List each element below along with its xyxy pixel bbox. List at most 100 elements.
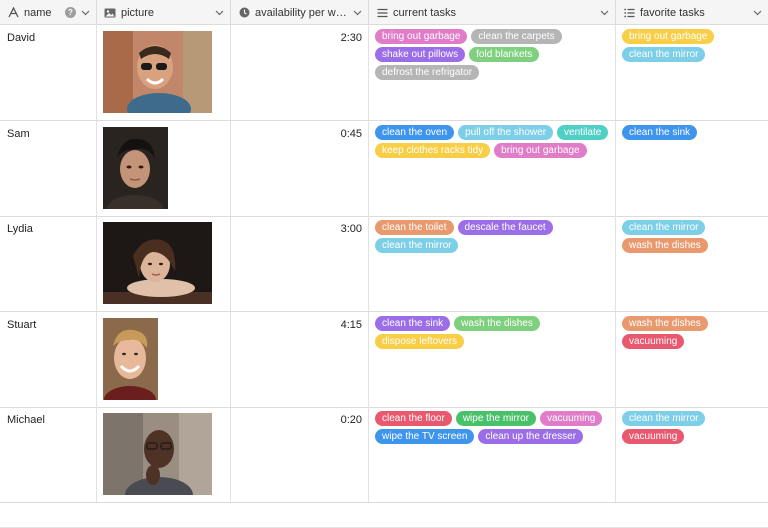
chevron-down-icon[interactable] [214, 8, 224, 18]
column-label: name [24, 6, 52, 19]
person-name: Michael [7, 414, 45, 426]
text-field-icon [7, 7, 19, 19]
picture-cell[interactable] [97, 121, 231, 216]
name-cell[interactable]: Michael [0, 407, 97, 502]
column-header-picture[interactable]: picture [97, 0, 231, 25]
task-tag[interactable]: clean the carpets [471, 29, 562, 44]
column-header-name[interactable]: name ? [0, 0, 97, 25]
person-photo[interactable] [103, 413, 212, 495]
column-label: picture [121, 6, 155, 19]
tag-list: clean the oven pull off the shower ventila… [375, 125, 611, 158]
column-header-current-tasks[interactable]: current tasks [369, 0, 616, 25]
availability-value: 0:20 [340, 414, 362, 426]
chevron-down-icon[interactable] [599, 8, 609, 18]
task-tag[interactable]: ventilate [557, 125, 609, 140]
task-tag[interactable]: clean the mirror [622, 220, 706, 235]
column-label: current tasks [393, 6, 456, 19]
task-tag[interactable]: clean the oven [375, 125, 455, 140]
availability-cell[interactable]: 4:15 [231, 312, 369, 407]
task-tag[interactable]: clean the sink [622, 125, 698, 140]
availability-cell[interactable]: 3:00 [231, 216, 369, 311]
chevron-down-icon[interactable] [352, 8, 362, 18]
task-tag[interactable]: bring out garbage [375, 29, 468, 44]
person-photo[interactable] [103, 222, 212, 304]
favorite-tasks-cell[interactable]: clean the mirror vacuuming [616, 407, 768, 502]
favorite-tasks-cell[interactable]: bring out garbage clean the mirror [616, 25, 768, 120]
column-header-favorite-tasks[interactable]: favorite tasks [616, 0, 768, 25]
task-tag[interactable]: vacuuming [539, 411, 603, 426]
picture-cell[interactable] [97, 407, 231, 502]
task-tag[interactable]: bring out garbage [494, 143, 587, 158]
task-tag[interactable]: clean the mirror [622, 411, 706, 426]
name-cell[interactable]: Stuart [0, 312, 97, 407]
availability-cell[interactable]: 0:45 [231, 121, 369, 216]
person-photo[interactable] [103, 127, 168, 209]
task-tag[interactable]: wash the dishes [622, 238, 708, 253]
table-row[interactable]: Sam 0:45 clean the oven pull off the show… [0, 121, 768, 217]
tag-list: bring out garbage clean the carpets shake … [375, 29, 611, 80]
current-tasks-cell[interactable]: clean the floor wipe the mirror vacuuming w… [369, 407, 616, 502]
table-row[interactable]: David 2:30 bring out garbage clean the c… [0, 25, 768, 121]
column-label: availability per we... [255, 6, 348, 19]
availability-value: 3:00 [340, 223, 362, 235]
image-icon [104, 7, 116, 19]
chevron-down-icon[interactable] [80, 8, 90, 18]
task-tag[interactable]: clean the toilet [375, 220, 454, 235]
task-tag[interactable]: bring out garbage [622, 29, 715, 44]
tag-list: clean the mirror vacuuming [622, 411, 764, 444]
picture-cell[interactable] [97, 312, 231, 407]
task-tag[interactable]: vacuuming [622, 429, 685, 444]
tag-list: clean the mirror wash the dishes [622, 220, 764, 253]
column-header-availability[interactable]: availability per we... [231, 0, 369, 25]
task-tag[interactable]: shake out pillows [375, 47, 466, 62]
current-tasks-cell[interactable]: clean the toilet descale the faucet clean … [369, 216, 616, 311]
add-row-area[interactable] [0, 505, 768, 528]
person-photo[interactable] [103, 31, 212, 113]
current-tasks-cell[interactable]: clean the sink wash the dishes dispose lef… [369, 312, 616, 407]
task-tag[interactable]: pull off the shower [458, 125, 554, 140]
name-cell[interactable]: Sam [0, 121, 97, 216]
task-tag[interactable]: dispose leftovers [375, 334, 465, 349]
current-tasks-cell[interactable]: clean the oven pull off the shower ventila… [369, 121, 616, 216]
task-tag[interactable]: clean the sink [375, 316, 451, 331]
task-tag[interactable]: defrost the refrigator [375, 65, 480, 80]
help-icon[interactable]: ? [65, 7, 76, 18]
favorite-tasks-cell[interactable]: clean the sink [616, 121, 768, 216]
favorite-tasks-cell[interactable]: clean the mirror wash the dishes [616, 216, 768, 311]
availability-value: 4:15 [340, 319, 362, 331]
person-name: Sam [7, 128, 30, 140]
table-row[interactable]: Lydia 3:00 clean the toiletdescale the [0, 216, 768, 312]
task-tag[interactable]: clean the mirror [375, 238, 459, 253]
task-tag[interactable]: descale the faucet [457, 220, 553, 235]
table-row[interactable]: Michael 0:20 clean the floor wipe the mi… [0, 407, 768, 503]
task-tag[interactable]: clean up the dresser [478, 429, 584, 444]
task-tag[interactable]: wash the dishes [454, 316, 540, 331]
chevron-down-icon[interactable] [752, 8, 762, 18]
task-tag[interactable]: clean the floor [375, 411, 452, 426]
picture-cell[interactable] [97, 216, 231, 311]
column-label: favorite tasks [640, 6, 705, 19]
picture-cell[interactable] [97, 25, 231, 120]
availability-cell[interactable]: 0:20 [231, 407, 369, 502]
person-photo[interactable] [103, 318, 158, 400]
task-tag[interactable]: keep clothes racks tidy [375, 143, 491, 158]
task-tag[interactable]: clean the mirror [622, 47, 706, 62]
list-icon [623, 7, 635, 19]
table-row[interactable]: Stuart 4:15 clean the sink wash the dishe… [0, 312, 768, 408]
name-cell[interactable]: David [0, 25, 97, 120]
name-cell[interactable]: Lydia [0, 216, 97, 311]
tag-list: clean the sink [622, 125, 764, 140]
task-tag[interactable]: vacuuming [622, 334, 685, 349]
favorite-tasks-cell[interactable]: wash the dishes vacuuming [616, 312, 768, 407]
task-tag[interactable]: wipe the TV screen [375, 429, 475, 444]
current-tasks-cell[interactable]: bring out garbage clean the carpets shake … [369, 25, 616, 120]
tag-list: clean the toilet descale the faucet clean … [375, 220, 611, 253]
availability-cell[interactable]: 2:30 [231, 25, 369, 120]
person-name: Stuart [7, 319, 37, 331]
grid-header: name ? picture availability per we... cu… [0, 0, 768, 25]
clock-icon [238, 7, 250, 19]
task-tag[interactable]: fold blankets [469, 47, 540, 62]
task-tag[interactable]: wipe the mirror [455, 411, 536, 426]
task-tag[interactable]: wash the dishes [622, 316, 708, 331]
tag-list: wash the dishes vacuuming [622, 316, 764, 349]
